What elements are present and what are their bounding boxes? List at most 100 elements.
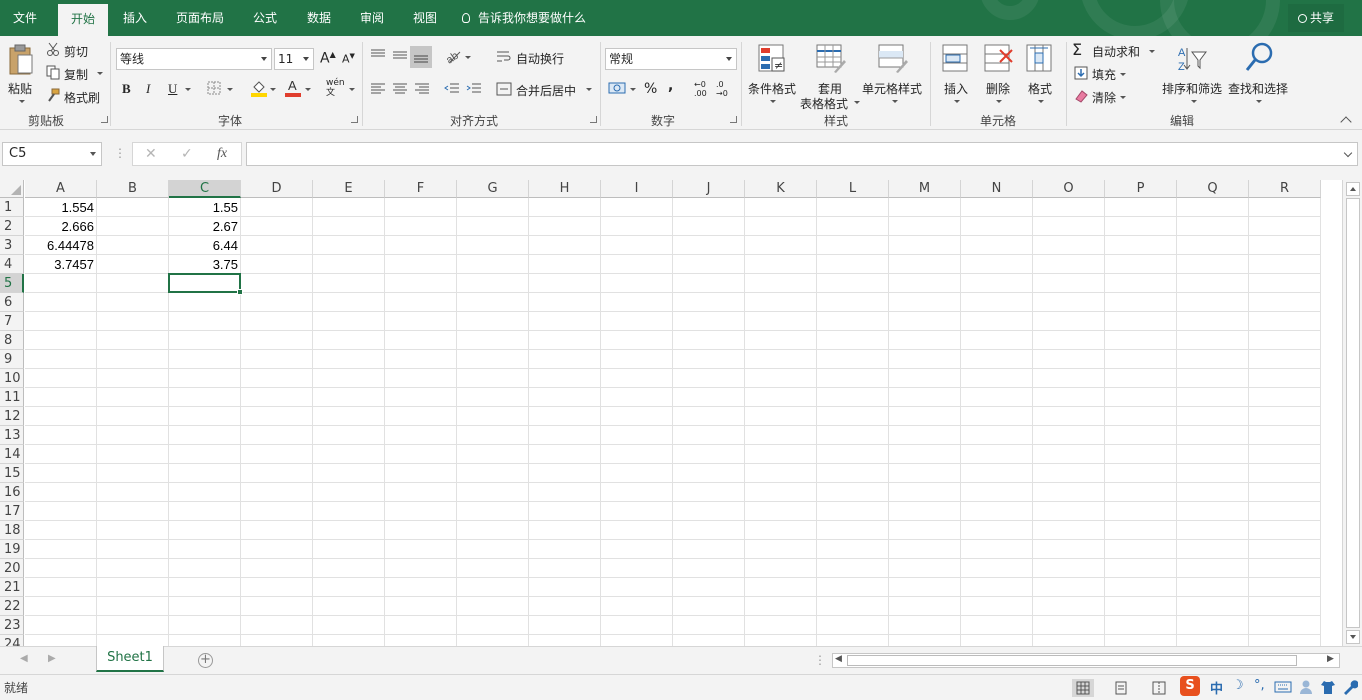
shirt-icon[interactable]: [1320, 679, 1336, 695]
cell-d7[interactable]: [241, 312, 313, 331]
cell-n6[interactable]: [961, 293, 1033, 312]
cell-f12[interactable]: [385, 407, 457, 426]
tab-6[interactable]: 数据: [296, 0, 342, 36]
cell-m23[interactable]: [889, 616, 961, 635]
cell-r17[interactable]: [1249, 502, 1321, 521]
phonetic-guide-button[interactable]: wén 文: [326, 78, 345, 98]
cell-b1[interactable]: [97, 198, 169, 217]
scroll-right-icon[interactable]: ▶: [1327, 654, 1334, 664]
cell-j11[interactable]: [673, 388, 745, 407]
cell-b12[interactable]: [97, 407, 169, 426]
cell-d24[interactable]: [241, 635, 313, 646]
cell-g3[interactable]: [457, 236, 529, 255]
cell-q23[interactable]: [1177, 616, 1249, 635]
alignment-launcher-icon[interactable]: [590, 116, 597, 123]
cell-i4[interactable]: [601, 255, 673, 274]
font-size-select[interactable]: 11: [274, 48, 314, 70]
cell-c15[interactable]: [169, 464, 241, 483]
cell-r3[interactable]: [1249, 236, 1321, 255]
cell-o12[interactable]: [1033, 407, 1105, 426]
cell-e19[interactable]: [313, 540, 385, 559]
cell-g23[interactable]: [457, 616, 529, 635]
cell-l19[interactable]: [817, 540, 889, 559]
cell-i14[interactable]: [601, 445, 673, 464]
cell-g17[interactable]: [457, 502, 529, 521]
underline-button[interactable]: U: [168, 81, 177, 97]
cell-f6[interactable]: [385, 293, 457, 312]
cell-g12[interactable]: [457, 407, 529, 426]
next-sheet-icon[interactable]: ▶: [48, 653, 56, 664]
cell-d16[interactable]: [241, 483, 313, 502]
cell-f13[interactable]: [385, 426, 457, 445]
cell-g1[interactable]: [457, 198, 529, 217]
cell-c14[interactable]: [169, 445, 241, 464]
cell-i5[interactable]: [601, 274, 673, 293]
cell-a22[interactable]: [25, 597, 97, 616]
font-name-select[interactable]: 等线: [116, 48, 272, 70]
cell-o13[interactable]: [1033, 426, 1105, 445]
cell-f18[interactable]: [385, 521, 457, 540]
scroll-up-button[interactable]: [1346, 182, 1360, 196]
cell-h5[interactable]: [529, 274, 601, 293]
grow-font-button[interactable]: A▲: [320, 50, 336, 67]
cell-c3[interactable]: 6.44: [169, 236, 241, 255]
cell-r12[interactable]: [1249, 407, 1321, 426]
cell-a8[interactable]: [25, 331, 97, 350]
sort-filter-button[interactable]: A Z 排序和筛选: [1160, 40, 1224, 108]
cell-r16[interactable]: [1249, 483, 1321, 502]
cell-f17[interactable]: [385, 502, 457, 521]
cell-g7[interactable]: [457, 312, 529, 331]
ime-logo-icon[interactable]: S: [1180, 676, 1200, 696]
cell-l5[interactable]: [817, 274, 889, 293]
cell-m7[interactable]: [889, 312, 961, 331]
row-header-24[interactable]: 24: [0, 635, 24, 646]
cell-n14[interactable]: [961, 445, 1033, 464]
cell-k3[interactable]: [745, 236, 817, 255]
cell-p3[interactable]: [1105, 236, 1177, 255]
cell-j24[interactable]: [673, 635, 745, 646]
cell-m10[interactable]: [889, 369, 961, 388]
cell-k20[interactable]: [745, 559, 817, 578]
cell-k13[interactable]: [745, 426, 817, 445]
cell-j1[interactable]: [673, 198, 745, 217]
cell-c12[interactable]: [169, 407, 241, 426]
underline-dropdown-icon[interactable]: [185, 88, 191, 91]
cell-b15[interactable]: [97, 464, 169, 483]
cell-r15[interactable]: [1249, 464, 1321, 483]
cell-d3[interactable]: [241, 236, 313, 255]
cell-r18[interactable]: [1249, 521, 1321, 540]
keyboard-icon[interactable]: [1274, 681, 1292, 693]
cell-a9[interactable]: [25, 350, 97, 369]
cell-h15[interactable]: [529, 464, 601, 483]
cell-f14[interactable]: [385, 445, 457, 464]
cell-n5[interactable]: [961, 274, 1033, 293]
cell-j3[interactable]: [673, 236, 745, 255]
cell-f7[interactable]: [385, 312, 457, 331]
cell-o15[interactable]: [1033, 464, 1105, 483]
cell-o14[interactable]: [1033, 445, 1105, 464]
cell-f22[interactable]: [385, 597, 457, 616]
cell-r9[interactable]: [1249, 350, 1321, 369]
cell-l13[interactable]: [817, 426, 889, 445]
cell-styles-button[interactable]: 单元格样式: [862, 40, 926, 108]
cell-e14[interactable]: [313, 445, 385, 464]
row-header-17[interactable]: 17: [0, 502, 24, 521]
cell-q21[interactable]: [1177, 578, 1249, 597]
cell-p15[interactable]: [1105, 464, 1177, 483]
cell-q14[interactable]: [1177, 445, 1249, 464]
cell-i8[interactable]: [601, 331, 673, 350]
cell-a4[interactable]: 3.7457: [25, 255, 97, 274]
cell-f23[interactable]: [385, 616, 457, 635]
row-header-1[interactable]: 1: [0, 198, 24, 217]
cell-r2[interactable]: [1249, 217, 1321, 236]
cell-o3[interactable]: [1033, 236, 1105, 255]
cell-r20[interactable]: [1249, 559, 1321, 578]
cell-a5[interactable]: [25, 274, 97, 293]
cell-n20[interactable]: [961, 559, 1033, 578]
cell-i9[interactable]: [601, 350, 673, 369]
cell-j20[interactable]: [673, 559, 745, 578]
row-header-14[interactable]: 14: [0, 445, 24, 464]
cell-k12[interactable]: [745, 407, 817, 426]
cell-b19[interactable]: [97, 540, 169, 559]
cell-b8[interactable]: [97, 331, 169, 350]
